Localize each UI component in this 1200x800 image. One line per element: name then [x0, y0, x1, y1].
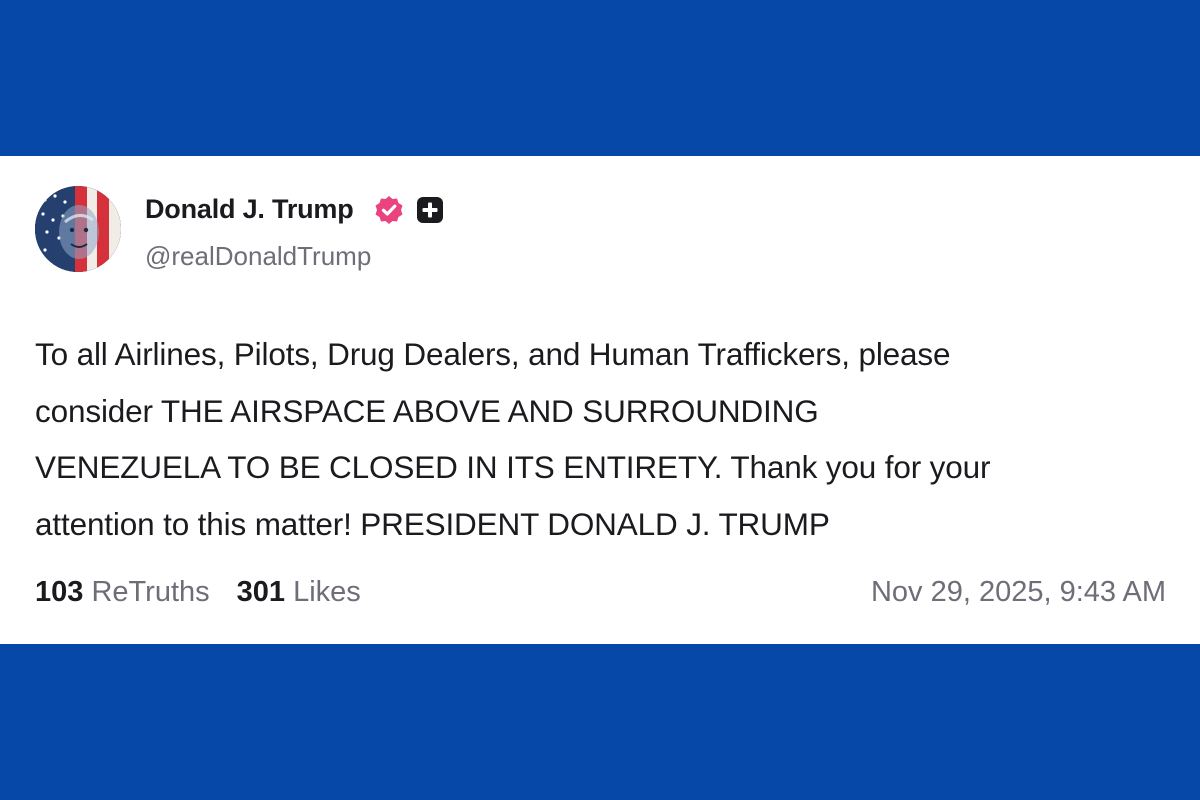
retruths-label: ReTruths — [91, 576, 210, 608]
post-card: Donald J. Trump @realDonaldTrump To all … — [0, 156, 1200, 644]
verified-icon — [375, 196, 403, 224]
author-display-name[interactable]: Donald J. Trump — [145, 192, 354, 226]
post-text-line: To all Airlines, Pilots, Drug Dealers, a… — [35, 336, 951, 372]
flag-portrait-icon — [35, 186, 121, 272]
likes-count: 301 — [236, 576, 286, 608]
bottom-background-band — [0, 644, 1200, 800]
likes-stat[interactable]: 301 Likes — [237, 576, 361, 608]
post-timestamp[interactable]: Nov 29, 2025, 9:43 AM — [871, 574, 1166, 610]
top-background-band — [0, 0, 1200, 156]
post-body: To all Airlines, Pilots, Drug Dealers, a… — [35, 326, 1175, 552]
post-text-line: consider THE AIRSPACE ABOVE AND SURROUND… — [35, 392, 819, 429]
avatar[interactable] — [35, 186, 121, 272]
plus-badge-icon — [417, 197, 443, 223]
post-stats: 103 ReTruths 301 Likes — [35, 574, 361, 610]
retruths-count: 103 — [35, 576, 84, 608]
author-handle[interactable]: @realDonaldTrump — [145, 240, 371, 272]
post-text-line: VENEZUELA TO BE CLOSED IN ITS ENTIRETY. … — [35, 449, 991, 485]
post-text-line: attention to this matter! PRESIDENT DONA… — [35, 505, 830, 542]
likes-label: Likes — [293, 576, 361, 608]
retruths-stat[interactable]: 103 ReTruths — [35, 576, 210, 608]
